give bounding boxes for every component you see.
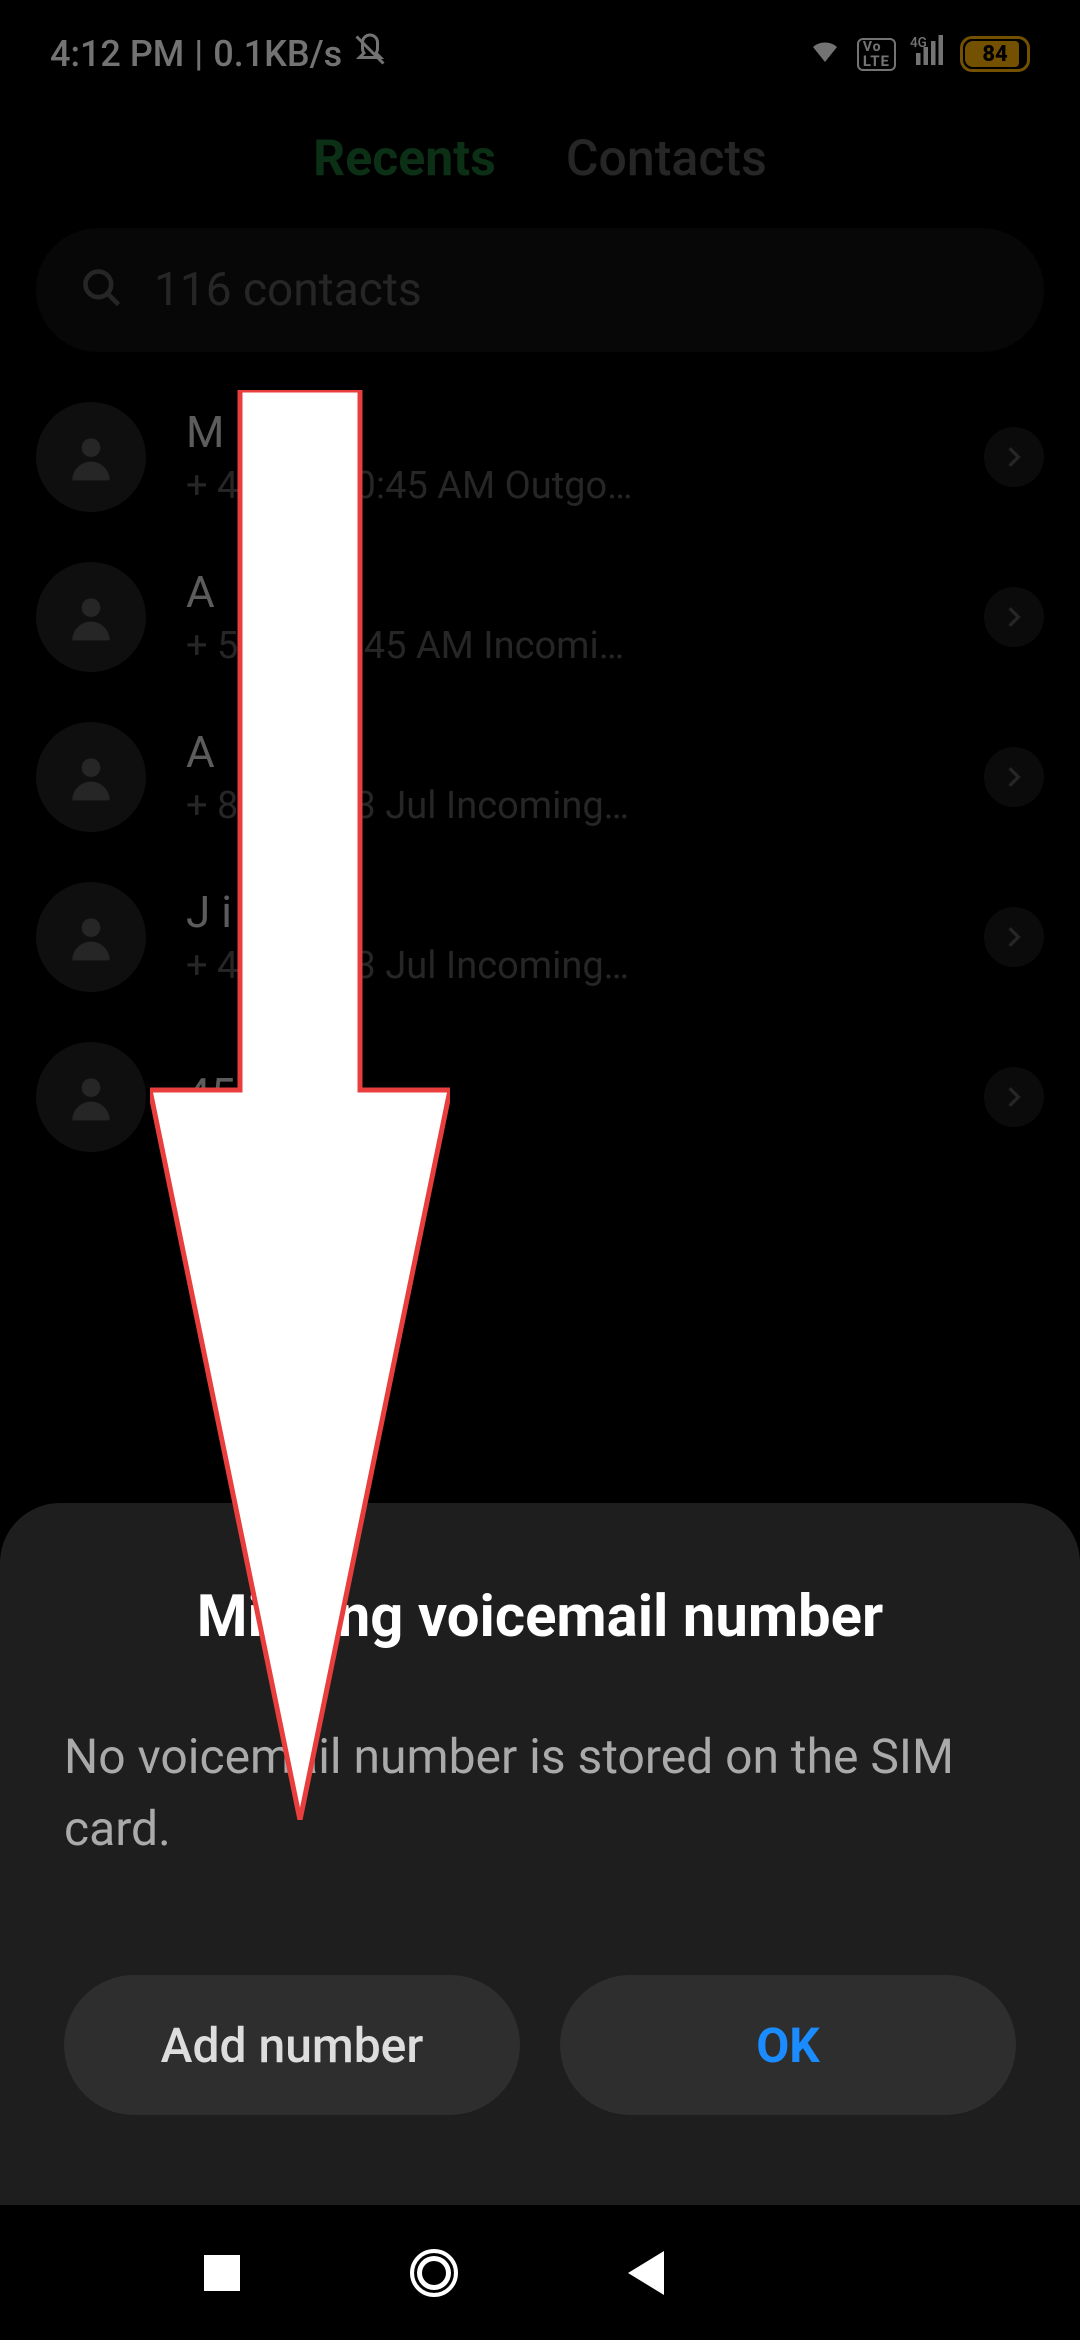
add-number-button[interactable]: Add number <box>64 1975 520 2115</box>
arrow-annotation-icon <box>150 390 450 1824</box>
battery-level: 84 <box>963 42 1027 67</box>
dialog-buttons: Add number OK <box>64 1975 1016 2115</box>
recent-apps-button[interactable] <box>182 2233 262 2313</box>
ok-button[interactable]: OK <box>560 1975 1016 2115</box>
navigation-bar <box>0 2205 1080 2340</box>
home-button[interactable] <box>394 2233 474 2313</box>
accessibility-icon[interactable] <box>818 2233 898 2313</box>
back-button[interactable] <box>606 2233 686 2313</box>
